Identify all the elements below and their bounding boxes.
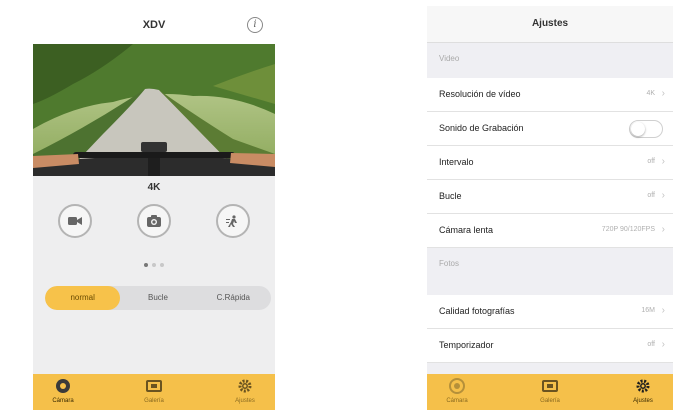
section-header-video-label: Video — [439, 54, 460, 63]
setting-value: off — [647, 158, 655, 165]
tab-galeria-label: Galería — [144, 398, 164, 404]
camera-tabbar: Cámara Galería Ajustes — [33, 374, 275, 410]
resolution-label: 4K — [147, 182, 161, 193]
photo-camera-icon — [147, 215, 161, 227]
setting-value: 4K — [646, 90, 655, 97]
camera-preview-image — [33, 44, 275, 176]
setting-value: 16M — [641, 307, 655, 314]
toggle-knob — [631, 122, 645, 136]
tab-ajustes[interactable]: Ajustes — [613, 374, 673, 410]
gallery-icon — [146, 380, 162, 392]
setting-row-slow-motion[interactable]: Cámara lenta 720P 90/120FPS › — [427, 214, 673, 248]
tab-camara[interactable]: Cámara — [427, 374, 487, 410]
tab-galeria[interactable]: Galería — [124, 374, 184, 410]
setting-label: Bucle — [439, 191, 462, 201]
segment-c-rapida[interactable]: C.Rápida — [196, 286, 271, 310]
page-dot — [152, 263, 156, 267]
tab-camara-label: Cámara — [52, 398, 74, 404]
camera-lens-icon — [449, 378, 465, 394]
chevron-right-icon: › — [661, 156, 665, 167]
settings-screen: Ajustes Video Resolución de vídeo 4K › S… — [427, 6, 673, 410]
setting-label: Cámara lenta — [439, 225, 494, 235]
settings-title: Ajustes — [531, 18, 569, 29]
setting-label: Intervalo — [439, 157, 474, 167]
camera-topbar: XDV i — [33, 8, 275, 44]
tab-galeria[interactable]: Galería — [520, 374, 580, 410]
settings-topbar: Ajustes — [427, 6, 673, 43]
video-mode-button[interactable] — [58, 204, 92, 238]
video-camera-icon — [68, 217, 82, 225]
chevron-right-icon: › — [661, 88, 665, 99]
gallery-icon — [542, 380, 558, 392]
tab-ajustes-label: Ajustes — [235, 398, 255, 404]
setting-row-timer[interactable]: Temporizador off › — [427, 329, 673, 363]
setting-row-video-resolution[interactable]: Resolución de vídeo 4K › — [427, 78, 673, 112]
setting-value: off — [647, 192, 655, 199]
page-dot — [160, 263, 164, 267]
tab-camara-label: Cámara — [446, 398, 468, 404]
setting-label: Calidad fotografías — [439, 306, 515, 316]
section-header-video: Video — [427, 43, 673, 73]
camera-screen: XDV i 4K normal Bucle C.Rápida Cámara Ga… — [33, 8, 275, 410]
chevron-right-icon: › — [661, 339, 665, 350]
page-dot-active — [144, 263, 148, 267]
setting-row-photo-quality[interactable]: Calidad fotografías 16M › — [427, 295, 673, 329]
setting-row-loop[interactable]: Bucle off › — [427, 180, 673, 214]
setting-label: Temporizador — [439, 340, 494, 350]
tab-galeria-label: Galería — [540, 398, 560, 404]
recording-sound-toggle[interactable] — [629, 120, 663, 138]
setting-row-recording-sound: Sonido de Grabación — [427, 112, 673, 146]
timelapse-icon — [226, 215, 237, 227]
section-header-fotos-label: Fotos — [439, 259, 460, 268]
tab-camara[interactable]: Cámara — [33, 374, 93, 410]
settings-gear-icon — [636, 379, 650, 393]
segment-bucle[interactable]: Bucle — [120, 286, 195, 310]
settings-gear-icon — [238, 379, 252, 393]
setting-label: Resolución de vídeo — [439, 89, 521, 99]
tab-ajustes[interactable]: Ajustes — [215, 374, 275, 410]
setting-label: Sonido de Grabación — [439, 123, 524, 133]
segment-normal[interactable]: normal — [45, 286, 121, 310]
camera-lens-icon — [56, 379, 70, 393]
chevron-right-icon: › — [661, 305, 665, 316]
setting-value: 720P 90/120FPS — [601, 226, 655, 233]
setting-value: off — [647, 341, 655, 348]
settings-tabbar: Cámara Galería Ajustes — [427, 374, 673, 410]
tab-ajustes-label: Ajustes — [633, 398, 653, 404]
timelapse-mode-button[interactable] — [216, 204, 250, 238]
chevron-right-icon: › — [661, 190, 665, 201]
section-header-fotos: Fotos — [427, 248, 673, 278]
camera-title: XDV — [142, 19, 166, 31]
chevron-right-icon: › — [661, 224, 665, 235]
page-indicator — [33, 254, 275, 267]
bike-road-preview — [33, 44, 275, 176]
photo-mode-button[interactable] — [137, 204, 171, 238]
info-icon[interactable]: i — [247, 17, 263, 33]
setting-row-interval[interactable]: Intervalo off › — [427, 146, 673, 180]
recording-mode-segmented-control: normal Bucle C.Rápida — [45, 286, 271, 310]
